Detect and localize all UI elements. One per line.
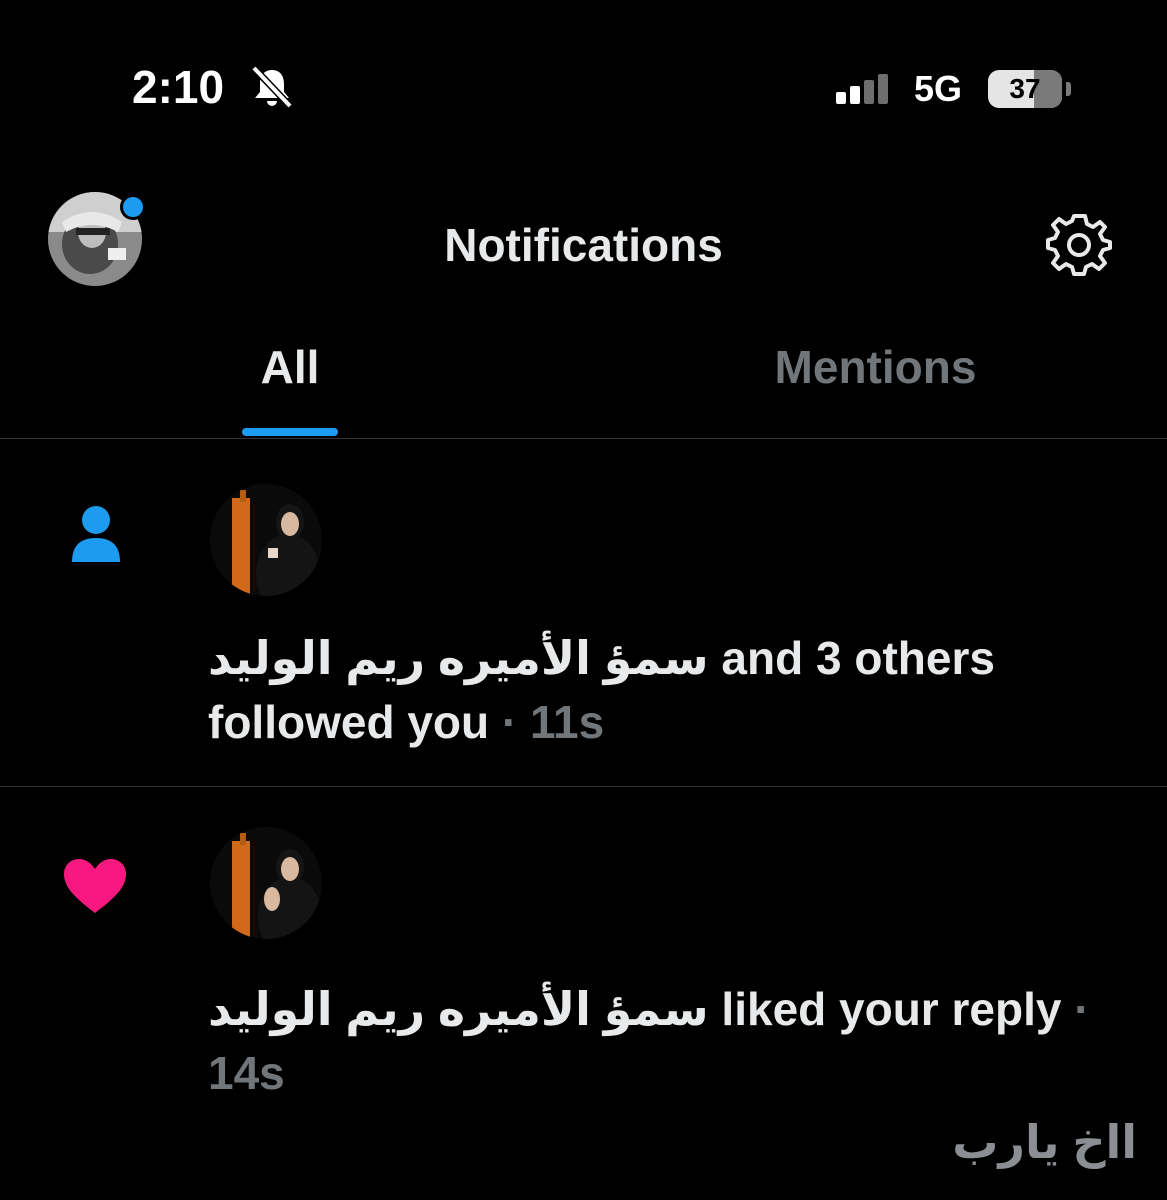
person-icon: [70, 504, 122, 569]
tab-bar: All Mentions: [0, 330, 1167, 439]
separator-dot: ·: [501, 696, 518, 748]
heart-icon: [62, 857, 128, 920]
tab-selected-indicator: [242, 428, 338, 436]
network-type: 5G: [914, 68, 963, 109]
avatar[interactable]: [210, 827, 322, 939]
timestamp: 14s: [208, 1047, 285, 1099]
page-title: Notifications: [444, 219, 723, 271]
battery-level: 37: [1009, 73, 1041, 104]
notification-item[interactable]: سمؤ الأميره ريم الوليد and 3 others foll…: [0, 438, 1167, 787]
timestamp: 11s: [530, 696, 605, 748]
notification-action: liked your reply: [721, 983, 1062, 1035]
actor-name[interactable]: سمؤ الأميره ريم الوليد: [208, 983, 709, 1035]
tab-mentions[interactable]: Mentions: [584, 340, 1167, 394]
actor-name[interactable]: سمؤ الأميره ريم الوليد: [208, 632, 709, 684]
notification-text: سمؤ الأميره ريم الوليد and 3 others foll…: [208, 626, 1148, 754]
cellular-signal-icon: [836, 72, 896, 111]
header: Notifications: [0, 180, 1167, 310]
notification-text: سمؤ الأميره ريم الوليد liked your reply …: [208, 977, 1148, 1105]
status-bar: 2:10 5G 37: [0, 0, 1167, 130]
battery-icon: 37: [988, 70, 1071, 108]
unread-dot: [120, 194, 146, 220]
bell-slash-icon: [250, 65, 294, 113]
avatar[interactable]: [210, 484, 322, 596]
tab-all[interactable]: All: [0, 340, 580, 394]
separator-dot: ·: [1074, 983, 1090, 1035]
status-time: 2:10: [132, 61, 225, 113]
gear-icon[interactable]: [1046, 210, 1112, 281]
caption-text: ااخ يارب: [952, 1116, 1137, 1168]
